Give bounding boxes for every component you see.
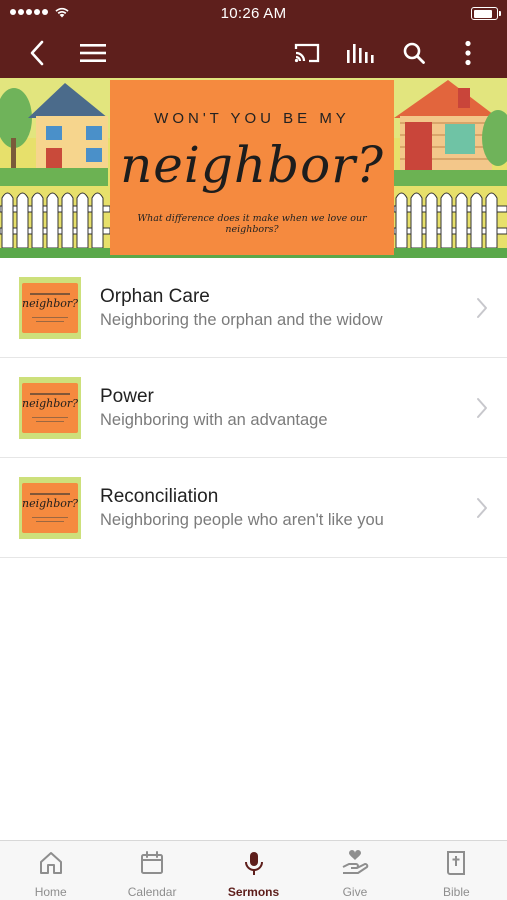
library-button[interactable] (343, 36, 377, 70)
sermon-thumbnail: neighbor? (19, 477, 81, 539)
series-banner[interactable]: WON'T YOU BE MY neighbor? What differenc… (0, 78, 507, 258)
status-time: 10:26 AM (220, 5, 287, 22)
chevron-left-icon (30, 40, 44, 66)
chevron-right-icon (477, 298, 487, 318)
more-button[interactable] (451, 36, 485, 70)
search-icon (403, 42, 425, 64)
sermon-subtitle: Neighboring people who aren't like you (100, 511, 384, 529)
tab-home[interactable]: Home (0, 841, 101, 900)
cast-button[interactable] (290, 36, 324, 70)
tab-label: Bible (442, 885, 470, 899)
tab-calendar[interactable]: Calendar (101, 841, 202, 900)
banner-script-title: neighbor? (120, 136, 384, 194)
more-vertical-icon (465, 40, 471, 66)
give-hand-heart-icon (342, 850, 369, 874)
tab-give[interactable]: Give (304, 841, 405, 900)
menu-button[interactable] (76, 36, 110, 70)
sermon-list: neighbor? Orphan Care Neighboring the or… (0, 258, 507, 558)
sermon-title: Power (100, 386, 154, 407)
search-button[interactable] (397, 36, 431, 70)
sermon-title: Reconciliation (100, 486, 219, 507)
banner-title: WON'T YOU BE MY (154, 110, 350, 127)
cast-icon (294, 43, 320, 63)
banner-subtitle: What difference does it make when we lov… (137, 213, 367, 235)
back-button[interactable] (20, 36, 54, 70)
list-item[interactable]: neighbor? Reconciliation Neighboring peo… (0, 458, 507, 558)
sermon-thumbnail: neighbor? (19, 277, 81, 339)
microphone-icon (244, 852, 263, 875)
battery-icon (471, 7, 501, 20)
status-bar: 10:26 AM (0, 0, 507, 28)
bible-icon (447, 851, 466, 875)
sermon-title: Orphan Care (100, 286, 210, 307)
audio-library-icon (347, 44, 374, 63)
tab-label: Sermons (227, 885, 280, 899)
chevron-right-icon (477, 498, 487, 518)
list-item[interactable]: neighbor? Power Neighboring with an adva… (0, 358, 507, 458)
tab-bible[interactable]: Bible (406, 841, 507, 900)
tab-bar: Home Calendar Sermons Give Bible (0, 840, 507, 900)
sermon-subtitle: Neighboring with an advantage (100, 411, 328, 429)
sermon-subtitle: Neighboring the orphan and the widow (100, 311, 383, 329)
tab-label: Home (34, 885, 67, 899)
chevron-right-icon (477, 398, 487, 418)
sermon-thumbnail: neighbor? (19, 377, 81, 439)
hamburger-menu-icon (80, 44, 106, 62)
nav-bar (0, 28, 507, 78)
calendar-icon (141, 851, 164, 874)
tab-label: Give (342, 885, 368, 899)
list-item[interactable]: neighbor? Orphan Care Neighboring the or… (0, 258, 507, 358)
home-icon (39, 852, 62, 874)
tab-sermons[interactable]: Sermons (203, 841, 304, 900)
banner-title-card: WON'T YOU BE MY neighbor? What differenc… (110, 80, 394, 255)
tab-label: Calendar (127, 885, 177, 899)
